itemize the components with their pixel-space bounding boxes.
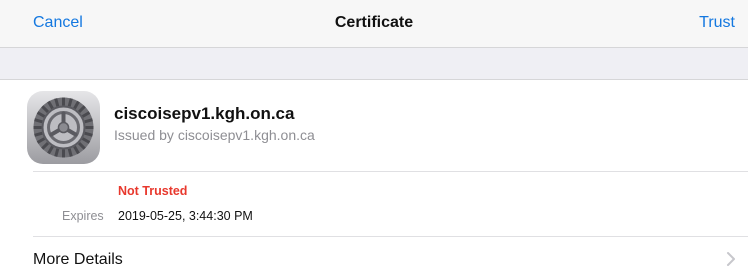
- certificate-summary: ciscoisepv1.kgh.on.ca Issued by ciscoise…: [0, 81, 748, 171]
- certificate-name: ciscoisepv1.kgh.on.ca: [114, 104, 295, 123]
- more-details-label: More Details: [33, 251, 123, 268]
- navigation-bar: Cancel Certificate Trust: [0, 0, 748, 48]
- section-spacer: [0, 48, 748, 80]
- trust-button[interactable]: Trust: [699, 14, 735, 32]
- expires-value: 2019-05-25, 3:44:30 PM: [118, 209, 253, 223]
- cancel-button[interactable]: Cancel: [33, 14, 83, 32]
- divider: [33, 171, 748, 172]
- expires-label: Expires: [62, 209, 104, 223]
- chevron-right-icon: [726, 251, 736, 267]
- certificate-issuer: Issued by ciscoisepv1.kgh.on.ca: [114, 127, 315, 143]
- settings-gear-icon: [27, 91, 100, 164]
- page-title: Certificate: [334, 14, 414, 31]
- trust-status-label: Not Trusted: [118, 184, 188, 198]
- more-details-row[interactable]: More Details: [0, 237, 748, 279]
